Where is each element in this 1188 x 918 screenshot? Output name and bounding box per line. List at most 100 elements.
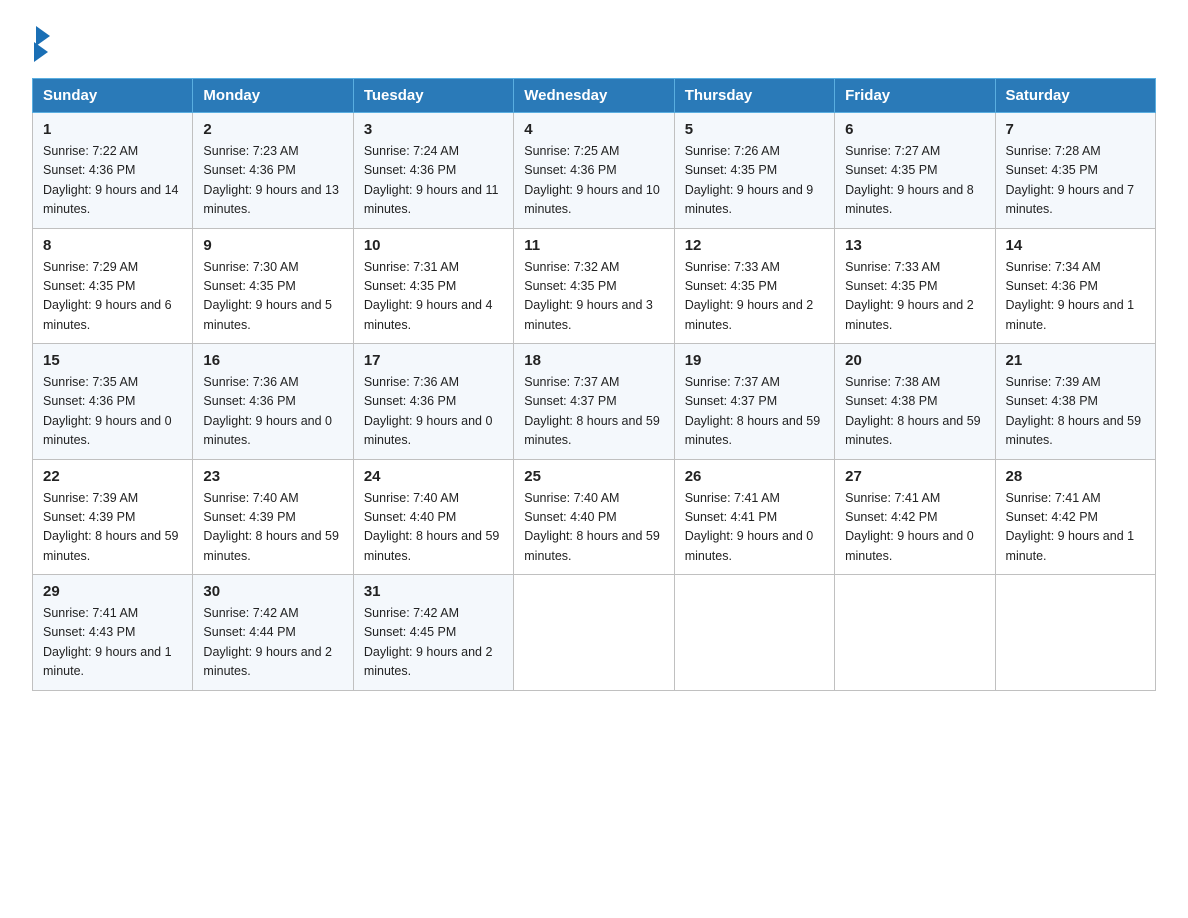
day-info: Sunrise: 7:39 AMSunset: 4:39 PMDaylight:…	[43, 491, 179, 563]
calendar-day-cell: 11 Sunrise: 7:32 AMSunset: 4:35 PMDayligh…	[514, 228, 674, 344]
day-number: 25	[524, 468, 663, 485]
day-number: 1	[43, 121, 182, 138]
day-info: Sunrise: 7:40 AMSunset: 4:40 PMDaylight:…	[364, 491, 500, 563]
column-header-sunday: Sunday	[33, 79, 193, 113]
calendar-day-cell: 25 Sunrise: 7:40 AMSunset: 4:40 PMDayligh…	[514, 459, 674, 575]
day-info: Sunrise: 7:41 AMSunset: 4:41 PMDaylight:…	[685, 491, 814, 563]
calendar-week-row: 22 Sunrise: 7:39 AMSunset: 4:39 PMDayligh…	[33, 459, 1156, 575]
calendar-day-cell: 6Sunrise: 7:27 AMSunset: 4:35 PMDaylight…	[835, 113, 995, 229]
day-info: Sunrise: 7:36 AMSunset: 4:36 PMDaylight:…	[364, 375, 493, 447]
day-info: Sunrise: 7:31 AMSunset: 4:35 PMDaylight:…	[364, 260, 493, 332]
day-number: 21	[1006, 352, 1145, 369]
day-info: Sunrise: 7:32 AMSunset: 4:35 PMDaylight:…	[524, 260, 653, 332]
day-number: 5	[685, 121, 824, 138]
day-number: 12	[685, 237, 824, 254]
calendar-day-cell: 23 Sunrise: 7:40 AMSunset: 4:39 PMDayligh…	[193, 459, 353, 575]
day-info: Sunrise: 7:42 AMSunset: 4:45 PMDaylight:…	[364, 606, 493, 678]
calendar-header-row: SundayMondayTuesdayWednesdayThursdayFrid…	[33, 79, 1156, 113]
day-info: Sunrise: 7:41 AMSunset: 4:42 PMDaylight:…	[1006, 491, 1135, 563]
calendar-day-cell: 14 Sunrise: 7:34 AMSunset: 4:36 PMDayligh…	[995, 228, 1155, 344]
day-info: Sunrise: 7:34 AMSunset: 4:36 PMDaylight:…	[1006, 260, 1135, 332]
day-number: 16	[203, 352, 342, 369]
calendar-day-cell: 20Sunrise: 7:38 AMSunset: 4:38 PMDayligh…	[835, 344, 995, 460]
day-number: 29	[43, 583, 182, 600]
day-info: Sunrise: 7:42 AMSunset: 4:44 PMDaylight:…	[203, 606, 332, 678]
day-number: 13	[845, 237, 984, 254]
day-number: 8	[43, 237, 182, 254]
calendar-empty-cell	[835, 575, 995, 691]
calendar-day-cell: 16 Sunrise: 7:36 AMSunset: 4:36 PMDayligh…	[193, 344, 353, 460]
calendar-day-cell: 21 Sunrise: 7:39 AMSunset: 4:38 PMDayligh…	[995, 344, 1155, 460]
page-header	[32, 24, 1156, 62]
calendar-day-cell: 8 Sunrise: 7:29 AMSunset: 4:35 PMDaylight…	[33, 228, 193, 344]
calendar-day-cell: 13 Sunrise: 7:33 AMSunset: 4:35 PMDayligh…	[835, 228, 995, 344]
day-number: 10	[364, 237, 503, 254]
day-info: Sunrise: 7:33 AMSunset: 4:35 PMDaylight:…	[845, 260, 974, 332]
calendar-day-cell: 22 Sunrise: 7:39 AMSunset: 4:39 PMDayligh…	[33, 459, 193, 575]
day-number: 20	[845, 352, 984, 369]
calendar-table: SundayMondayTuesdayWednesdayThursdayFrid…	[32, 78, 1156, 691]
calendar-day-cell: 17Sunrise: 7:36 AMSunset: 4:36 PMDayligh…	[353, 344, 513, 460]
day-info: Sunrise: 7:37 AMSunset: 4:37 PMDaylight:…	[524, 375, 660, 447]
day-number: 24	[364, 468, 503, 485]
calendar-day-cell: 7 Sunrise: 7:28 AMSunset: 4:35 PMDaylight…	[995, 113, 1155, 229]
column-header-friday: Friday	[835, 79, 995, 113]
day-info: Sunrise: 7:28 AMSunset: 4:35 PMDaylight:…	[1006, 144, 1135, 216]
column-header-saturday: Saturday	[995, 79, 1155, 113]
day-info: Sunrise: 7:22 AMSunset: 4:36 PMDaylight:…	[43, 144, 179, 216]
calendar-day-cell: 30 Sunrise: 7:42 AMSunset: 4:44 PMDayligh…	[193, 575, 353, 691]
day-info: Sunrise: 7:33 AMSunset: 4:35 PMDaylight:…	[685, 260, 814, 332]
logo	[32, 24, 56, 62]
day-number: 15	[43, 352, 182, 369]
day-info: Sunrise: 7:25 AMSunset: 4:36 PMDaylight:…	[524, 144, 660, 216]
day-number: 22	[43, 468, 182, 485]
day-info: Sunrise: 7:37 AMSunset: 4:37 PMDaylight:…	[685, 375, 821, 447]
calendar-week-row: 1 Sunrise: 7:22 AMSunset: 4:36 PMDaylight…	[33, 113, 1156, 229]
day-number: 14	[1006, 237, 1145, 254]
day-number: 26	[685, 468, 824, 485]
calendar-empty-cell	[674, 575, 834, 691]
day-info: Sunrise: 7:40 AMSunset: 4:40 PMDaylight:…	[524, 491, 660, 563]
day-info: Sunrise: 7:41 AMSunset: 4:43 PMDaylight:…	[43, 606, 172, 678]
day-number: 18	[524, 352, 663, 369]
calendar-day-cell: 3 Sunrise: 7:24 AMSunset: 4:36 PMDaylight…	[353, 113, 513, 229]
calendar-day-cell: 1 Sunrise: 7:22 AMSunset: 4:36 PMDaylight…	[33, 113, 193, 229]
calendar-week-row: 29 Sunrise: 7:41 AMSunset: 4:43 PMDayligh…	[33, 575, 1156, 691]
calendar-day-cell: 15 Sunrise: 7:35 AMSunset: 4:36 PMDayligh…	[33, 344, 193, 460]
day-number: 27	[845, 468, 984, 485]
day-number: 7	[1006, 121, 1145, 138]
column-header-thursday: Thursday	[674, 79, 834, 113]
day-number: 9	[203, 237, 342, 254]
day-number: 30	[203, 583, 342, 600]
day-number: 11	[524, 237, 663, 254]
day-info: Sunrise: 7:36 AMSunset: 4:36 PMDaylight:…	[203, 375, 332, 447]
calendar-day-cell: 28 Sunrise: 7:41 AMSunset: 4:42 PMDayligh…	[995, 459, 1155, 575]
day-info: Sunrise: 7:24 AMSunset: 4:36 PMDaylight:…	[364, 144, 499, 216]
day-number: 28	[1006, 468, 1145, 485]
calendar-empty-cell	[995, 575, 1155, 691]
calendar-day-cell: 19 Sunrise: 7:37 AMSunset: 4:37 PMDayligh…	[674, 344, 834, 460]
day-info: Sunrise: 7:30 AMSunset: 4:35 PMDaylight:…	[203, 260, 332, 332]
day-number: 3	[364, 121, 503, 138]
day-number: 2	[203, 121, 342, 138]
day-number: 23	[203, 468, 342, 485]
day-info: Sunrise: 7:41 AMSunset: 4:42 PMDaylight:…	[845, 491, 974, 563]
calendar-empty-cell	[514, 575, 674, 691]
column-header-tuesday: Tuesday	[353, 79, 513, 113]
calendar-week-row: 15 Sunrise: 7:35 AMSunset: 4:36 PMDayligh…	[33, 344, 1156, 460]
column-header-monday: Monday	[193, 79, 353, 113]
calendar-day-cell: 2 Sunrise: 7:23 AMSunset: 4:36 PMDaylight…	[193, 113, 353, 229]
calendar-day-cell: 18 Sunrise: 7:37 AMSunset: 4:37 PMDayligh…	[514, 344, 674, 460]
day-info: Sunrise: 7:39 AMSunset: 4:38 PMDaylight:…	[1006, 375, 1142, 447]
day-info: Sunrise: 7:29 AMSunset: 4:35 PMDaylight:…	[43, 260, 172, 332]
day-number: 19	[685, 352, 824, 369]
day-number: 31	[364, 583, 503, 600]
day-info: Sunrise: 7:40 AMSunset: 4:39 PMDaylight:…	[203, 491, 339, 563]
day-number: 6	[845, 121, 984, 138]
calendar-day-cell: 10 Sunrise: 7:31 AMSunset: 4:35 PMDayligh…	[353, 228, 513, 344]
day-info: Sunrise: 7:26 AMSunset: 4:35 PMDaylight:…	[685, 144, 814, 216]
column-header-wednesday: Wednesday	[514, 79, 674, 113]
day-info: Sunrise: 7:35 AMSunset: 4:36 PMDaylight:…	[43, 375, 172, 447]
calendar-day-cell: 4Sunrise: 7:25 AMSunset: 4:36 PMDaylight…	[514, 113, 674, 229]
day-info: Sunrise: 7:23 AMSunset: 4:36 PMDaylight:…	[203, 144, 339, 216]
